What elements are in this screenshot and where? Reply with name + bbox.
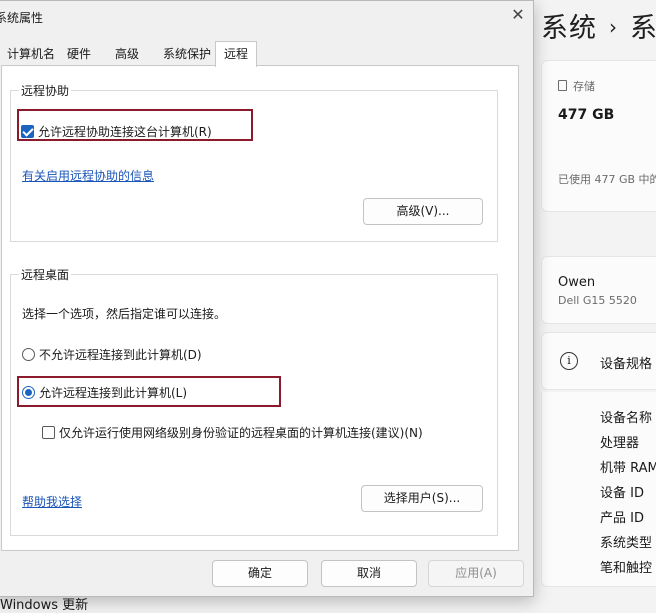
tab-advanced[interactable]: 高级 [115,43,139,66]
ok-button[interactable]: 确定 [212,560,308,587]
info-icon: i [560,352,578,370]
spec-item: 机带 RAM [600,461,656,476]
breadcrumb-current: 系 [630,13,656,44]
tab-computer-name[interactable]: 计算机名 [7,43,55,66]
help-me-choose-link[interactable]: 帮助我选择 [22,493,82,510]
spec-item: 设备 ID [600,486,644,501]
spec-item: 系统类型 [600,536,653,551]
remote-assistance-legend: 远程协助 [19,82,72,99]
device-card[interactable]: Owen Dell G15 5520 [541,256,656,324]
remote-tab-panel: 远程协助 允许远程协助连接这台计算机(R) 有关启用远程协助的信息 高级(V).… [1,65,519,551]
checkbox-checked-icon [21,125,34,138]
allow-remote-label: 允许远程连接到此计算机(L) [39,386,188,400]
storage-value: 477 GB [558,107,615,123]
spec-item: 笔和触控 [600,561,653,576]
apply-button[interactable]: 应用(A) [428,560,524,587]
spec-item: 设备名称 [600,411,653,426]
cancel-button[interactable]: 取消 [321,560,417,587]
device-model: Dell G15 5520 [558,294,637,307]
spec-item: 产品 ID [600,511,644,526]
remote-desktop-instruction: 选择一个选项，然后指定谁可以连接。 [22,307,227,321]
settings-breadcrumb: 系统 › 系 [541,6,656,45]
tab-remote[interactable]: 远程 [215,41,258,67]
breadcrumb-chevron-icon: › [609,15,618,39]
device-specs-list: 设备名称 处理器 机带 RAM 设备 ID 产品 ID 系统类型 笔和触控 [541,392,656,587]
select-users-button[interactable]: 选择用户(S)... [361,485,483,512]
device-specs-title: 设备规格 [600,357,653,372]
disallow-remote-radio[interactable]: 不允许远程连接到此计算机(D) [22,346,202,363]
remote-desktop-legend: 远程桌面 [19,266,72,283]
nla-only-label: 仅允许运行使用网络级别身份验证的远程桌面的计算机连接(建议)(N) [59,426,423,440]
device-name: Owen [558,275,596,290]
allow-remote-radio[interactable]: 允许远程连接到此计算机(L) [22,384,187,401]
device-specs-header[interactable]: i 设备规格 [541,332,656,390]
tab-hardware[interactable]: 硬件 [67,43,91,66]
system-properties-dialog: 系统属性 ✕ 计算机名 硬件 高级 系统保护 远程 远程协助 允许远程协助连接这… [0,0,534,597]
storage-icon [558,80,567,91]
nla-only-checkbox[interactable]: 仅允许运行使用网络级别身份验证的远程桌面的计算机连接(建议)(N) [42,424,423,441]
allow-remote-assistance-label: 允许远程协助连接这台计算机(R) [38,125,212,139]
storage-card[interactable]: 存储 477 GB 已使用 477 GB 中的 [541,60,656,212]
radio-selected-icon [22,386,35,399]
remote-assistance-group: 远程协助 允许远程协助连接这台计算机(R) 有关启用远程协助的信息 高级(V).… [10,82,498,242]
remote-assistance-info-link[interactable]: 有关启用远程协助的信息 [22,167,154,184]
breadcrumb-system[interactable]: 系统 [541,13,597,44]
allow-remote-assistance-checkbox[interactable]: 允许远程协助连接这台计算机(R) [21,123,212,140]
storage-used-text: 已使用 477 GB 中的 [558,173,656,186]
spec-item: 处理器 [600,436,640,451]
radio-unselected-icon [22,348,35,361]
storage-label: 存储 [573,80,595,93]
advanced-button[interactable]: 高级(V)... [363,198,483,225]
checkbox-unchecked-icon [42,426,55,439]
remote-desktop-group: 远程桌面 选择一个选项，然后指定谁可以连接。 不允许远程连接到此计算机(D) 允… [10,266,498,536]
close-icon[interactable]: ✕ [508,5,528,25]
tab-system-protection[interactable]: 系统保护 [163,43,211,66]
dialog-title: 系统属性 [0,11,44,25]
disallow-remote-label: 不允许远程连接到此计算机(D) [39,348,202,362]
